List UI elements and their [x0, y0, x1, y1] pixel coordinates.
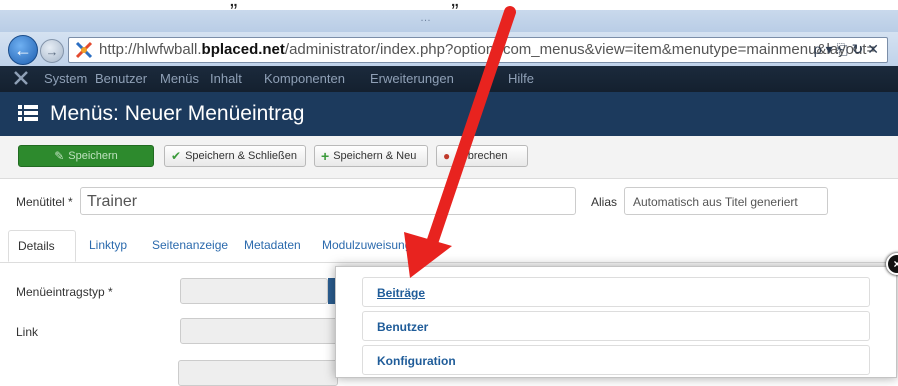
caption-strip: „ „: [0, 0, 898, 10]
url-path: /administrator/index.php?option=com_menu…: [284, 41, 876, 58]
menu-title-value: Trainer: [87, 193, 138, 210]
alias-label: Alias: [591, 195, 618, 209]
address-bar-controls[interactable]: ρ ▾ ⎗ ↻ ✕: [814, 41, 879, 58]
page-title: Menüs: Neuer Menüeintrag: [50, 102, 305, 125]
tab-details[interactable]: Details: [8, 230, 76, 262]
menu-title-input[interactable]: Trainer: [80, 187, 576, 215]
menu-system[interactable]: System: [44, 71, 87, 86]
address-bar[interactable]: http://hlwfwball.bplaced.net/administrat…: [68, 37, 888, 63]
menu-inhalt[interactable]: Inhalt: [210, 71, 242, 86]
save-button-label: Speichern: [68, 150, 118, 162]
modal-item-configuration-label: Konfiguration: [377, 354, 456, 368]
url-text: http://hlwfwball.bplaced.net/administrat…: [99, 41, 875, 58]
tab-seitenanzeige[interactable]: Seitenanzeige: [152, 238, 228, 252]
menu-title-label: Menütitel *: [16, 195, 73, 209]
window-title: …: [420, 12, 431, 24]
save-and-new-label: Speichern & Neu: [333, 150, 417, 162]
menu-hilfe[interactable]: Hilfe: [508, 71, 534, 86]
browser-title-bar: …: [0, 10, 898, 32]
tab-metadaten[interactable]: Metadaten: [244, 238, 301, 252]
caption-text: „ „: [230, 0, 459, 10]
target-window-select[interactable]: [178, 360, 338, 386]
url-domain: bplaced.net: [201, 41, 285, 58]
link-label: Link: [16, 325, 39, 339]
link-field: [180, 318, 340, 344]
plus-icon: +: [321, 148, 330, 164]
menu-type-modal: Beiträge Benutzer Konfiguration: [335, 266, 897, 378]
menu-item-type-field[interactable]: [180, 278, 328, 304]
admin-top-menu: System Benutzer Menüs Inhalt Komponenten…: [0, 66, 898, 92]
menu-komponenten[interactable]: Komponenten: [264, 71, 345, 86]
alias-placeholder: Automatisch aus Titel generiert: [633, 195, 798, 209]
cancel-button-label: Abbrechen: [454, 150, 508, 162]
browser-address-row: ← → http://hlwfwball.bplaced.net/adminis…: [0, 32, 898, 67]
modal-item-users[interactable]: Benutzer: [362, 311, 870, 341]
list-menu-icon: [18, 105, 38, 121]
menu-item-type-label: Menüeintragstyp *: [16, 285, 113, 299]
cancel-circle-icon: ●: [443, 149, 451, 163]
cancel-button[interactable]: ● Abbrechen: [436, 145, 528, 167]
back-button[interactable]: ←: [8, 35, 38, 65]
tab-details-label: Details: [18, 239, 55, 253]
save-button[interactable]: ✎ Speichern: [18, 145, 154, 167]
toolbar: ✎ Speichern ✔ Speichern & Schließen + Sp…: [0, 136, 898, 179]
url-plain: http://hlwfwball.: [99, 41, 202, 58]
save-and-new-button[interactable]: + Speichern & Neu: [314, 145, 428, 167]
forward-button[interactable]: →: [40, 39, 64, 63]
menu-menues[interactable]: Menüs: [160, 71, 199, 86]
save-and-close-label: Speichern & Schließen: [185, 150, 297, 162]
modal-item-users-label: Benutzer: [377, 320, 429, 334]
close-icon: ×: [893, 257, 898, 271]
tab-bar: Details Linktyp Seitenanzeige Metadaten …: [0, 230, 898, 263]
joomla-logo-icon[interactable]: [14, 71, 28, 85]
menu-benutzer[interactable]: Benutzer: [95, 71, 147, 86]
modal-item-articles[interactable]: Beiträge: [362, 277, 870, 307]
tab-modulzuweisung[interactable]: Modulzuweisung: [322, 238, 411, 252]
modal-item-articles-label: Beiträge: [377, 286, 426, 300]
alias-input[interactable]: Automatisch aus Titel generiert: [624, 187, 828, 215]
checkmark-icon: ✔: [171, 149, 182, 163]
menu-erweiterungen[interactable]: Erweiterungen: [370, 71, 454, 86]
save-and-close-button[interactable]: ✔ Speichern & Schließen: [164, 145, 306, 167]
edit-icon: ✎: [54, 149, 65, 163]
site-favicon-icon: [75, 41, 93, 59]
tab-linktyp[interactable]: Linktyp: [89, 238, 127, 252]
page-header: Menüs: Neuer Menüeintrag: [0, 92, 898, 136]
